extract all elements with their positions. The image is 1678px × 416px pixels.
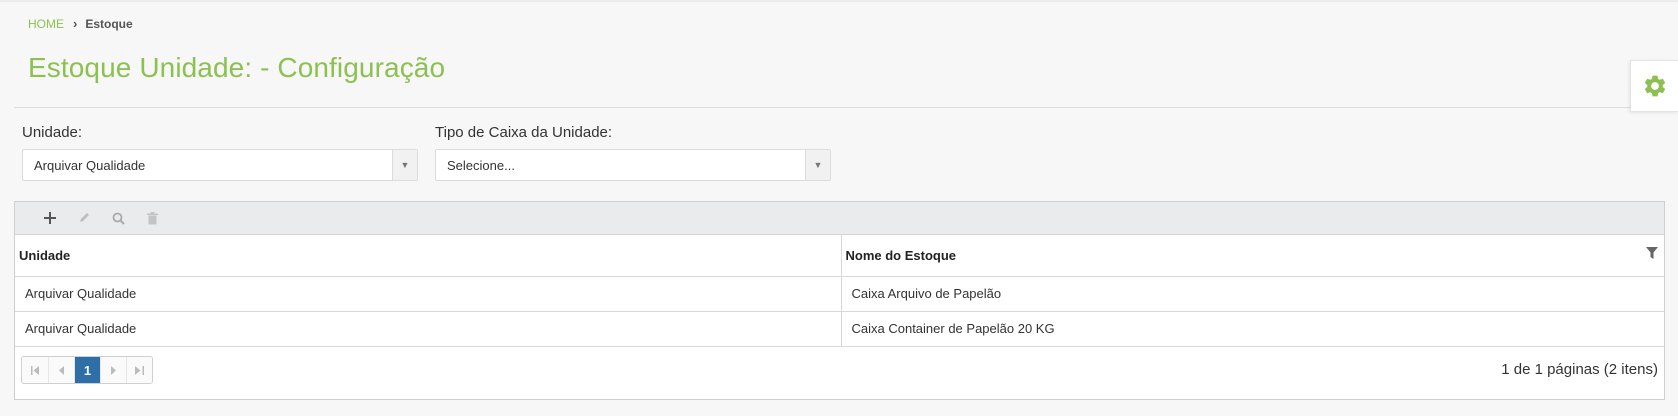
cell-nome-estoque: Caixa Container de Papelão 20 KG [840,311,1664,347]
delete-button[interactable] [135,204,169,232]
page-title: Estoque Unidade: - Configuração [28,52,446,83]
edit-button[interactable] [67,204,101,232]
previous-page-button[interactable] [48,357,74,383]
tipo-caixa-label: Tipo de Caixa da Unidade: [435,124,613,141]
dropdown-arrow-icon[interactable]: ▼ [392,150,417,180]
unidade-label: Unidade: [22,124,83,141]
breadcrumb-current: Estoque [85,16,133,31]
stock-grid: Unidade Nome do Estoque Arquivar Qualida… [14,201,1665,400]
first-page-icon [30,365,39,375]
search-icon [112,212,125,225]
page-number-button[interactable]: 1 [74,357,100,383]
next-page-icon [110,365,116,375]
tipo-caixa-select-value: Selecione... [447,157,515,173]
plus-icon [44,212,56,224]
breadcrumb-chevron-icon: › [73,16,78,31]
trash-icon [146,211,158,224]
add-button[interactable] [33,204,67,232]
table-row[interactable]: Arquivar Qualidade Caixa Arquivo de Pape… [15,276,1664,312]
pager: 1 [21,356,153,384]
previous-page-icon [58,365,64,375]
grid-toolbar [15,202,1664,235]
pencil-icon [80,213,89,222]
column-header-label: Nome do Estoque [845,247,957,263]
filter-icon[interactable] [1646,247,1658,259]
title-divider [14,107,1664,108]
cell-nome-estoque: Caixa Arquivo de Papelão [840,276,1664,312]
tipo-caixa-select[interactable]: Selecione... ▼ [435,149,831,181]
view-button[interactable] [101,204,135,232]
next-page-button[interactable] [100,357,126,383]
first-page-button[interactable] [22,357,48,383]
breadcrumb: HOME › Estoque [28,16,133,31]
unidade-select-value: Arquivar Qualidade [34,157,146,173]
top-border [0,0,1678,2]
pager-info: 1 de 1 páginas (2 itens) [1501,361,1658,378]
last-page-icon [135,365,144,375]
unidade-select[interactable]: Arquivar Qualidade ▼ [22,149,418,181]
breadcrumb-home-link[interactable]: HOME [28,17,64,31]
column-header-unidade[interactable]: Unidade [15,235,841,277]
last-page-button[interactable] [126,357,152,383]
cell-unidade: Arquivar Qualidade [15,276,841,312]
table-row[interactable]: Arquivar Qualidade Caixa Container de Pa… [15,311,1664,347]
grid-table: Unidade Nome do Estoque Arquivar Qualida… [15,235,1664,347]
header-row: Unidade Nome do Estoque [15,235,1664,277]
column-header-nome-estoque[interactable]: Nome do Estoque [840,235,1664,277]
settings-button[interactable] [1630,60,1678,112]
dropdown-arrow-icon[interactable]: ▼ [805,150,830,180]
gear-icon [1644,75,1665,97]
cell-unidade: Arquivar Qualidade [15,311,841,347]
